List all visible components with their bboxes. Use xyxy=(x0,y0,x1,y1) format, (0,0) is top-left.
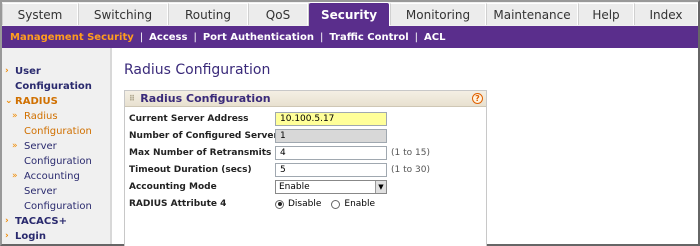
configured-servers-field: 1 xyxy=(275,129,387,143)
select-value: Enable xyxy=(279,182,310,192)
tab-maintenance[interactable]: Maintenance xyxy=(486,3,578,25)
help-icon[interactable]: ? xyxy=(472,93,483,104)
radio-dot-icon xyxy=(275,199,284,209)
nav-radius-configuration[interactable]: » Radius Configuration xyxy=(2,109,110,139)
tab-routing[interactable]: Routing xyxy=(168,3,248,25)
nav-label: Configuration xyxy=(24,126,92,137)
chevron-right-icon: » xyxy=(12,141,18,151)
radio-disable[interactable]: Disable xyxy=(275,199,321,209)
subnav-access[interactable]: Access xyxy=(149,32,187,43)
nav-server-configuration[interactable]: » Server Configuration xyxy=(2,139,110,169)
nav-accounting-server-configuration[interactable]: » Accounting Server Configuration xyxy=(2,169,110,214)
field-label: Accounting Mode xyxy=(129,182,217,192)
subnav-acl[interactable]: ACL xyxy=(424,32,445,43)
nav-label: Accounting xyxy=(24,171,80,182)
grip-icon: ⠿ xyxy=(129,94,135,103)
row-configured-servers: Number of Configured Servers 1 xyxy=(129,128,387,144)
subnav-separator: | xyxy=(193,31,197,43)
radio-enable[interactable]: Enable xyxy=(331,199,375,209)
tab-system[interactable]: System xyxy=(2,3,78,25)
panel-header: ⠿ Radius Configuration ? xyxy=(125,91,486,107)
top-tab-bar: System Switching Routing QoS Security Mo… xyxy=(2,2,698,26)
chevron-right-icon: › xyxy=(5,66,9,76)
subnav-separator: | xyxy=(319,31,324,43)
chevron-down-icon: ▼ xyxy=(375,181,386,193)
timeout-input[interactable]: 5 xyxy=(275,163,387,177)
nav-tacacs[interactable]: › TACACS+ xyxy=(2,214,110,229)
tab-index[interactable]: Index xyxy=(634,3,698,25)
chevron-right-icon: » xyxy=(12,171,18,181)
field-label: Current Server Address xyxy=(129,114,249,124)
panel-title: Radius Configuration xyxy=(140,92,271,105)
nav-label: Configuration xyxy=(15,81,92,92)
field-label: Max Number of Retransmits xyxy=(129,148,272,158)
nav-user-configuration[interactable]: › User Configuration xyxy=(2,64,110,94)
nav-label: TACACS+ xyxy=(15,216,67,227)
range-hint: (1 to 15) xyxy=(391,148,430,158)
field-label: Number of Configured Servers xyxy=(129,131,284,141)
nav-label: User xyxy=(15,66,41,77)
chevron-right-icon: › xyxy=(5,231,9,241)
tab-security[interactable]: Security xyxy=(308,2,390,26)
radius-config-panel: ⠿ Radius Configuration ? Current Server … xyxy=(124,90,487,246)
tab-qos[interactable]: QoS xyxy=(248,3,308,25)
nav-login[interactable]: › Login xyxy=(2,229,110,244)
nav-label: Server xyxy=(24,141,57,152)
nav-radius[interactable]: ⌄ RADIUS xyxy=(2,94,110,109)
radio-label: Enable xyxy=(344,199,376,209)
max-retransmits-input[interactable]: 4 xyxy=(275,146,387,160)
radio-label: Disable xyxy=(288,199,322,209)
server-address-input[interactable]: 10.100.5.17 xyxy=(275,112,387,126)
nav-label: Configuration xyxy=(24,156,92,167)
radio-dot-icon xyxy=(331,199,341,209)
row-radius-attribute4: RADIUS Attribute 4 Disable Enable xyxy=(129,196,385,212)
tab-switching[interactable]: Switching xyxy=(78,3,168,25)
field-label: Timeout Duration (secs) xyxy=(129,165,252,175)
main-content: Radius Configuration ⠿ Radius Configurat… xyxy=(116,48,698,246)
page-title: Radius Configuration xyxy=(124,62,271,78)
row-accounting-mode: Accounting Mode Enable ▼ xyxy=(129,179,387,195)
sub-navigation: Management Security | Access | Port Auth… xyxy=(2,26,698,48)
nav-label: Configuration xyxy=(24,201,92,212)
chevron-right-icon: » xyxy=(12,111,18,121)
subnav-separator: | xyxy=(139,31,144,43)
subnav-management-security[interactable]: Management Security xyxy=(10,32,134,43)
row-server-address: Current Server Address 10.100.5.17 xyxy=(129,111,387,127)
subnav-port-authentication[interactable]: Port Authentication xyxy=(203,32,314,43)
nav-label: Login xyxy=(15,231,46,242)
chevron-right-icon: › xyxy=(5,216,9,226)
tab-monitoring[interactable]: Monitoring xyxy=(390,3,486,25)
range-hint: (1 to 30) xyxy=(391,165,430,175)
chevron-down-icon: ⌄ xyxy=(5,96,13,106)
tab-help[interactable]: Help xyxy=(578,3,634,25)
accounting-mode-select[interactable]: Enable ▼ xyxy=(275,180,387,194)
row-max-retransmits: Max Number of Retransmits 4 (1 to 15) xyxy=(129,145,430,161)
field-label: RADIUS Attribute 4 xyxy=(129,199,227,209)
left-navigation: › User Configuration ⌄ RADIUS » Radius Con… xyxy=(2,48,112,244)
nav-label: Radius xyxy=(24,111,58,122)
nav-label: RADIUS xyxy=(15,96,58,107)
subnav-separator: | xyxy=(414,31,419,43)
subnav-traffic-control[interactable]: Traffic Control xyxy=(329,32,408,43)
row-timeout: Timeout Duration (secs) 5 (1 to 30) xyxy=(129,162,430,178)
nav-label: Server xyxy=(24,186,57,197)
